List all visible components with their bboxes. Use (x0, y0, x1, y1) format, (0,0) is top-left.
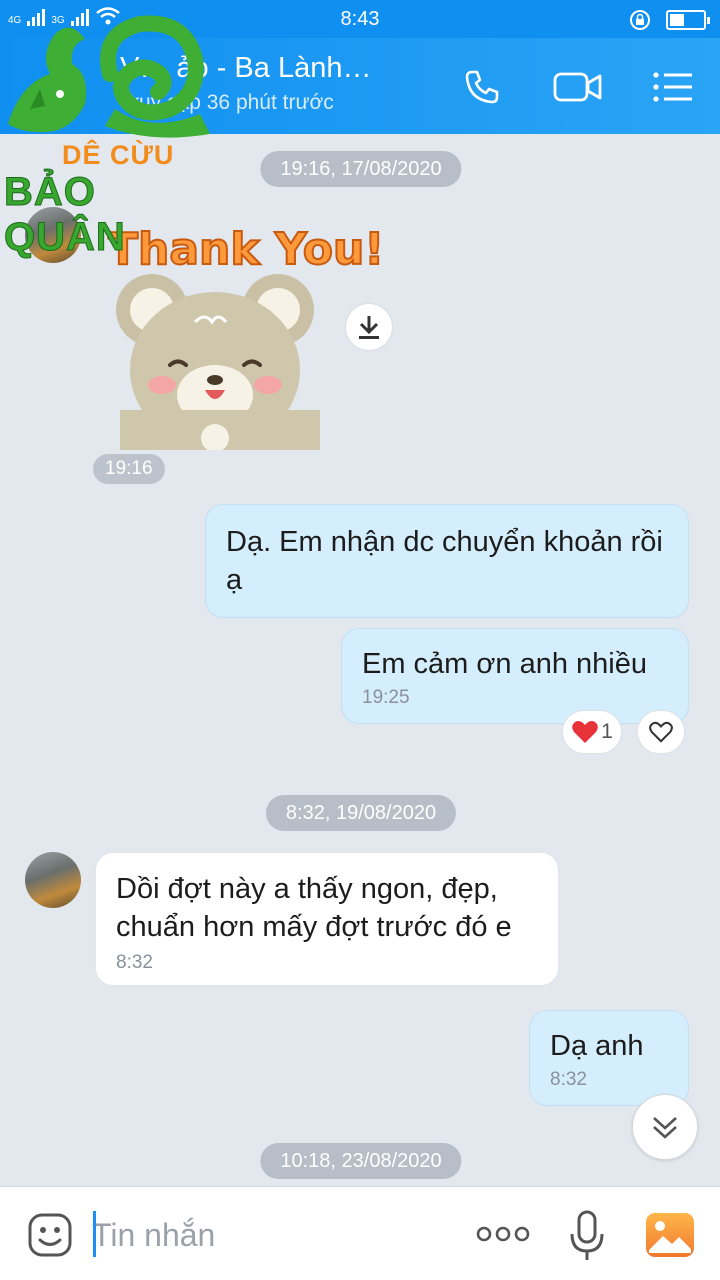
reaction-badge[interactable]: 1 (562, 710, 622, 754)
message-timestamp: 8:32 (116, 952, 153, 973)
gallery-button[interactable] (644, 1209, 696, 1261)
heart-outline-icon (649, 721, 673, 743)
menu-icon (653, 72, 692, 102)
message-input-bar (0, 1186, 720, 1280)
emoji-button[interactable] (24, 1209, 76, 1261)
emoji-icon (28, 1213, 72, 1257)
download-button[interactable] (345, 303, 393, 351)
menu-button[interactable] (648, 62, 698, 112)
logo-text-bottom: BẢO QUÂN (4, 170, 126, 260)
call-button[interactable] (457, 62, 507, 112)
message-text: Dạ. Em nhận dc chuyển khoản rồi ạ (226, 526, 663, 596)
react-button[interactable] (637, 710, 685, 754)
message-timestamp: 8:32 (550, 1069, 587, 1090)
message-bubble-sent[interactable]: Dạ anh 8:32 (529, 1010, 689, 1106)
more-icon (476, 1226, 530, 1242)
text-caret (93, 1211, 96, 1257)
status-right (628, 8, 710, 32)
battery-icon (666, 10, 710, 30)
rotation-lock-icon (630, 10, 650, 30)
message-text: Em cảm ơn anh nhiều (362, 648, 648, 680)
brand-logo: DÊ CỪU BẢO QUÂN (0, 14, 220, 260)
download-icon (359, 316, 379, 339)
reaction-count: 1 (601, 720, 613, 743)
microphone-icon (570, 1210, 604, 1260)
more-button[interactable] (472, 1217, 534, 1251)
image-icon (646, 1213, 694, 1257)
scroll-to-bottom-button[interactable] (632, 1094, 698, 1160)
video-call-icon (553, 72, 602, 102)
double-chevron-down-icon (653, 1117, 677, 1139)
message-input[interactable] (92, 1211, 432, 1259)
date-separator: 8:32, 19/08/2020 (265, 795, 457, 831)
battery-level (670, 14, 684, 26)
voice-button[interactable] (564, 1207, 610, 1265)
video-call-button[interactable] (550, 62, 606, 112)
avatar[interactable] (25, 852, 81, 908)
phone-icon (465, 70, 499, 104)
message-timestamp: 19:25 (362, 687, 410, 708)
message-text: Dạ anh (550, 1030, 644, 1062)
sticker-timestamp: 19:16 (93, 454, 165, 484)
message-text: Dồi đợt này a thấy ngon, đẹp, chuẩn hơn … (116, 873, 512, 943)
date-separator: 10:18, 23/08/2020 (260, 1143, 462, 1179)
message-bubble-sent[interactable]: Dạ. Em nhận dc chuyển khoản rồi ạ (205, 504, 689, 618)
message-bubble-received[interactable]: Dồi đợt này a thấy ngon, đẹp, chuẩn hơn … (95, 852, 559, 986)
heart-icon (572, 721, 598, 743)
message-bubble-sent[interactable]: Em cảm ơn anh nhiều 19:25 (341, 628, 689, 724)
goat-logo-icon (8, 15, 210, 138)
logo-text-top: DÊ CỪU (62, 140, 175, 170)
date-separator: 19:16, 17/08/2020 (260, 151, 462, 187)
